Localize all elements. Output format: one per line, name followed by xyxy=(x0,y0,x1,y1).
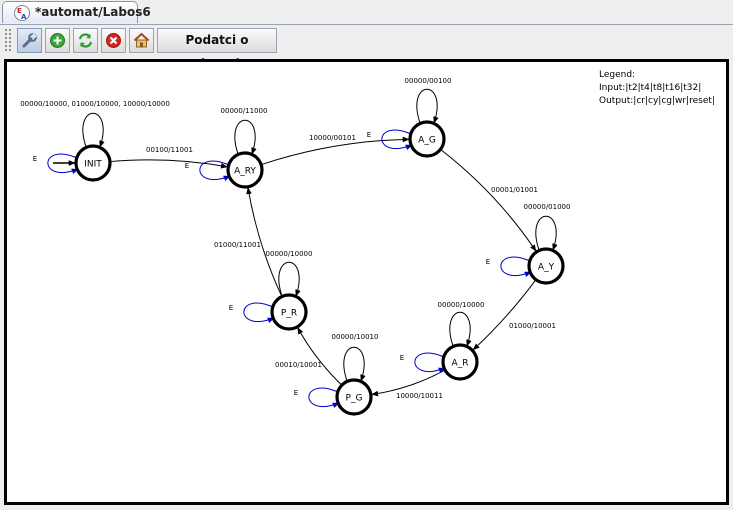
transition-label: 00010/10001 xyxy=(275,361,322,369)
transition-a-r-to-p-g[interactable] xyxy=(371,369,446,397)
self-loop-a-y[interactable] xyxy=(535,215,558,251)
toolbar: Podatci o automatu xyxy=(0,25,733,70)
automaton-icon: E A xyxy=(14,5,30,21)
automaton-info-button[interactable]: Podatci o automatu xyxy=(157,28,277,70)
wrench-icon xyxy=(22,33,37,48)
state-label: A_Y xyxy=(538,263,555,273)
transition-label: 00001/01001 xyxy=(491,186,538,194)
refresh-button[interactable] xyxy=(73,28,98,53)
tab-title: *automat/Labos6 xyxy=(35,5,151,19)
state-label: P_R xyxy=(281,309,297,319)
plus-icon xyxy=(50,33,65,48)
self-loop-label: 00000/01000 xyxy=(524,203,571,211)
state-label: A_RY xyxy=(234,167,256,177)
self-loop-init[interactable] xyxy=(82,112,105,148)
self-loop-p-r[interactable] xyxy=(278,261,301,297)
self-loop-a-g[interactable] xyxy=(416,88,439,124)
self-loop-label: 00000/10010 xyxy=(332,333,379,341)
self-loop-a-ry[interactable] xyxy=(234,119,257,155)
epsilon-loop-a-r[interactable] xyxy=(414,352,446,373)
delete-button[interactable] xyxy=(101,28,126,53)
edit-tool-button[interactable] xyxy=(17,28,42,53)
transition-label: 00100/11001 xyxy=(146,146,193,154)
epsilon-loop-label: E xyxy=(400,354,404,362)
state-p-g[interactable]: P_G xyxy=(335,378,373,416)
transition-label: 10000/10011 xyxy=(396,392,443,400)
transition-a-ry-to-a-g[interactable] xyxy=(260,136,410,166)
self-loop-label: 00000/10000 xyxy=(438,301,485,309)
svg-text:A: A xyxy=(21,13,27,21)
epsilon-loop-label: E xyxy=(486,258,490,266)
transition-label: 01000/11001 xyxy=(214,241,261,249)
tab-automat[interactable]: E A *automat/Labos6 xyxy=(2,1,151,23)
self-loop-label: 00000/00100 xyxy=(405,77,452,85)
state-a-y[interactable]: A_Y xyxy=(527,247,565,285)
state-label: A_R xyxy=(452,359,469,369)
self-loop-a-r[interactable] xyxy=(449,311,472,347)
epsilon-loop-a-y[interactable] xyxy=(500,256,532,277)
diagram-canvas[interactable]: Legend: Input:|t2|t4|t8|t16|t32| Output:… xyxy=(4,59,729,505)
state-a-g[interactable]: A_G xyxy=(408,120,446,158)
self-loop-label: 00000/10000 xyxy=(266,250,313,258)
home-icon xyxy=(133,32,150,48)
self-loop-label: 00000/10000, 01000/10000, 10000/10000 xyxy=(20,100,170,108)
state-diagram: INIT A_RY A_G A_Y A_R P_G P_R 00100/11001 10000… xyxy=(20,77,571,416)
tab-bar: E A *automat/Labos6 xyxy=(0,0,733,25)
epsilon-loop-p-g[interactable] xyxy=(308,387,340,408)
epsilon-loop-label: E xyxy=(33,155,37,163)
refresh-icon xyxy=(78,33,93,48)
toolbar-grip[interactable] xyxy=(4,28,12,52)
home-button[interactable] xyxy=(129,28,154,53)
self-loop-p-g[interactable] xyxy=(343,346,366,382)
transition-label: 01000/10001 xyxy=(509,322,556,330)
state-label: A_G xyxy=(418,136,436,146)
close-icon xyxy=(106,33,121,48)
state-a-r[interactable]: A_R xyxy=(441,343,479,381)
state-label: INIT xyxy=(84,160,102,170)
transition-label: 10000/00101 xyxy=(309,134,356,142)
transition-a-y-to-a-r[interactable] xyxy=(472,279,537,351)
epsilon-loop-label: E xyxy=(367,131,371,139)
epsilon-loop-label: E xyxy=(294,389,298,397)
self-loop-label: 00000/11000 xyxy=(221,107,268,115)
epsilon-loop-p-r[interactable] xyxy=(243,302,275,323)
epsilon-loop-label: E xyxy=(185,162,189,170)
add-state-button[interactable] xyxy=(45,28,70,53)
state-a-ry[interactable]: A_RY xyxy=(226,151,264,189)
state-p-r[interactable]: P_R xyxy=(270,293,308,331)
state-init[interactable]: INIT xyxy=(74,144,112,182)
state-label: P_G xyxy=(346,394,363,404)
transition-a-g-to-a-y[interactable] xyxy=(440,149,537,252)
epsilon-loop-label: E xyxy=(229,304,233,312)
